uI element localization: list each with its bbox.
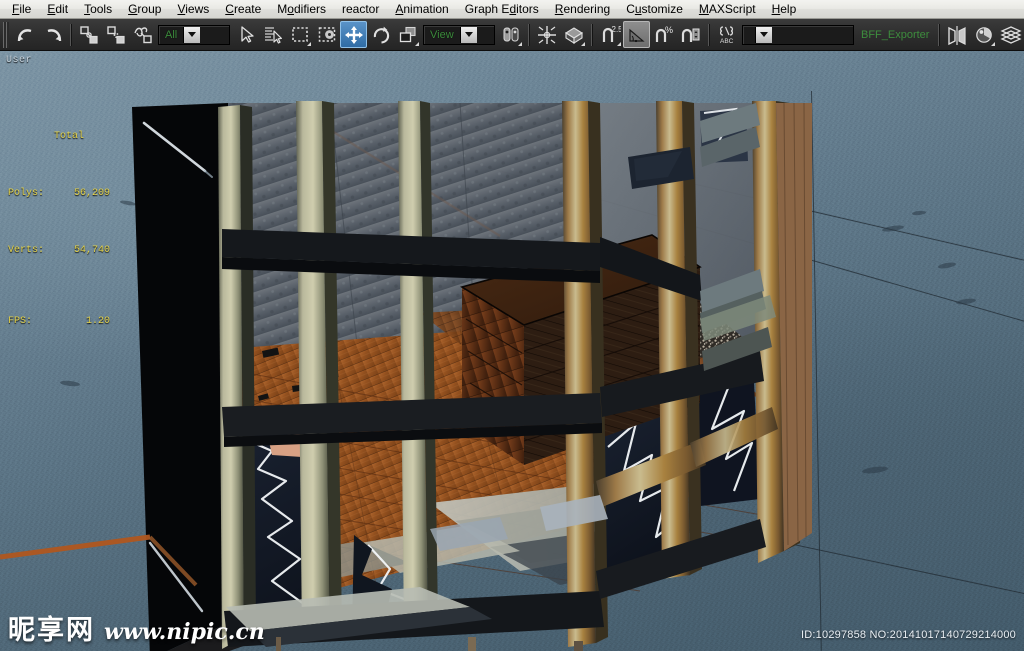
menu-item-file[interactable]: FFileile: [4, 0, 39, 18]
stats-verts-key: Verts:: [8, 245, 45, 256]
menu-item-modifiers[interactable]: Modifiers: [269, 0, 334, 18]
menu-item-edit[interactable]: Edit: [39, 0, 76, 18]
select-by-name-button[interactable]: [259, 21, 286, 48]
menu-item-customize[interactable]: Customize: [618, 0, 691, 18]
use-pivot-point-center-button[interactable]: [497, 21, 524, 48]
select-and-move-button[interactable]: [340, 21, 367, 48]
flyout-corner-indicator: [307, 42, 311, 46]
menu-item-graph-editors[interactable]: Graph Editors: [457, 0, 547, 18]
bff-exporter-label: BFF_Exporter: [861, 28, 930, 41]
undo-button[interactable]: [12, 21, 39, 48]
rotate-icon: [370, 24, 392, 46]
undo-icon: [15, 24, 37, 46]
reference-coordinate-system-value: View: [430, 28, 454, 41]
menu-item-views[interactable]: Views: [169, 0, 217, 18]
link-icon: [78, 24, 100, 46]
named-selection-sets-button[interactable]: ABC: [713, 21, 740, 48]
bind-to-space-warp-button[interactable]: [129, 21, 156, 48]
flyout-corner-indicator: [518, 42, 522, 46]
bff-exporter-value: [743, 26, 755, 44]
main-toolbar: All View 2.5 % ABC BFF_Exporter: [0, 19, 1024, 51]
reference-coordinate-system-combo[interactable]: View: [423, 24, 495, 45]
layer-manager-button[interactable]: [997, 21, 1024, 48]
angle-snap-icon: [626, 24, 648, 46]
unlink-icon: [105, 24, 127, 46]
mirror-axis-icon: [536, 24, 558, 46]
viewport-label: User: [6, 55, 33, 66]
menu-bar: FFileile Edit Tools Group Views Create M…: [0, 0, 1024, 19]
stats-polys-value: 56,209: [73, 188, 110, 199]
svg-text:ABC: ABC: [720, 38, 734, 45]
percent-snap-toggle-button[interactable]: %: [650, 21, 677, 48]
menu-item-maxscript[interactable]: MAXScript: [691, 0, 764, 18]
toolbar-separator: [591, 23, 592, 46]
select-object-button[interactable]: [232, 21, 259, 48]
percent-snap-icon: %: [653, 24, 675, 46]
bff-exporter-combo[interactable]: [742, 24, 854, 45]
stats-row-fps: FPS: 1.20: [8, 312, 110, 331]
select-and-link-button[interactable]: [75, 21, 102, 48]
redo-button[interactable]: [39, 21, 66, 48]
svg-text:2.5: 2.5: [611, 25, 621, 34]
reference-coordinate-system-dropdown-arrow[interactable]: [459, 26, 477, 43]
toolbar-separator: [528, 23, 529, 46]
stats-header: Total: [54, 131, 85, 142]
mirror-geometry-button[interactable]: [943, 21, 970, 48]
menu-item-tools[interactable]: Tools: [76, 0, 120, 18]
flyout-corner-indicator: [581, 42, 585, 46]
snap-toggle-button[interactable]: 2.5: [596, 21, 623, 48]
mirror-button[interactable]: [533, 21, 560, 48]
select-by-name-icon: [262, 24, 284, 46]
menu-item-create[interactable]: Create: [217, 0, 269, 18]
redo-icon: [42, 24, 64, 46]
unlink-selection-button[interactable]: [102, 21, 129, 48]
stats-verts-value: 54,740: [73, 245, 110, 256]
watermark-id-line: ID:10297858 NO:20141017140729214000: [801, 629, 1016, 641]
stats-row-verts: Verts: 54,740: [8, 241, 110, 260]
menu-item-reactor[interactable]: reactor: [334, 0, 387, 18]
arrow-cursor-icon: [235, 24, 257, 46]
bff-exporter-dropdown-arrow[interactable]: [755, 26, 772, 43]
watermark-logo: 昵享网 www.nipic.cn: [8, 617, 265, 644]
toolbar-separator: [708, 23, 709, 46]
align-button[interactable]: [560, 21, 587, 48]
toolbar-separator: [938, 23, 940, 46]
menu-item-rendering[interactable]: Rendering: [547, 0, 618, 18]
viewport-statistics: Total Polys: 56,209 Verts: 54,740 FPS: 1…: [8, 89, 110, 369]
menu-item-help[interactable]: Help: [764, 0, 805, 18]
viewport[interactable]: User Total Polys: 56,209 Verts: 54,740 F…: [0, 51, 1024, 651]
stats-fps-value: 1.20: [85, 316, 110, 327]
svg-text:%: %: [665, 25, 673, 35]
angle-snap-toggle-button[interactable]: [623, 21, 650, 48]
scene-3d-model: [0, 101, 812, 651]
window-crossing-icon: [316, 24, 338, 46]
stats-row-polys: Polys: 56,209: [8, 184, 110, 203]
stats-polys-key: Polys:: [8, 188, 45, 199]
selection-filter-dropdown-arrow[interactable]: [183, 26, 201, 43]
selection-filter-combo[interactable]: All: [158, 24, 230, 45]
select-and-scale-button[interactable]: [394, 21, 421, 48]
window-crossing-toggle-button[interactable]: [313, 21, 340, 48]
flyout-corner-indicator: [415, 42, 419, 46]
bind-space-warp-icon: [132, 24, 154, 46]
menu-item-animation[interactable]: Animation: [387, 0, 456, 18]
named-selection-abc-icon: ABC: [716, 24, 738, 46]
material-editor-button[interactable]: [970, 21, 997, 48]
stats-fps-key: FPS:: [8, 316, 33, 327]
watermark-site-url: www.nipic.cn: [104, 619, 265, 645]
selection-filter-value: All: [165, 28, 178, 41]
move-gizmo-icon: [343, 24, 365, 46]
select-and-rotate-button[interactable]: [367, 21, 394, 48]
spinner-snap-toggle-button[interactable]: [677, 21, 704, 48]
toolbar-separator: [70, 23, 71, 46]
rectangular-selection-region-button[interactable]: [286, 21, 313, 48]
toolbar-grip[interactable]: [3, 21, 9, 48]
watermark-site-name: 昵享网: [8, 615, 95, 646]
spinner-snap-icon: [680, 24, 702, 46]
flyout-corner-indicator: [617, 42, 621, 46]
layers-icon: [1000, 24, 1022, 46]
menu-item-group[interactable]: Group: [120, 0, 169, 18]
mirror-geometry-icon: [946, 24, 968, 46]
flyout-corner-indicator: [991, 42, 996, 46]
